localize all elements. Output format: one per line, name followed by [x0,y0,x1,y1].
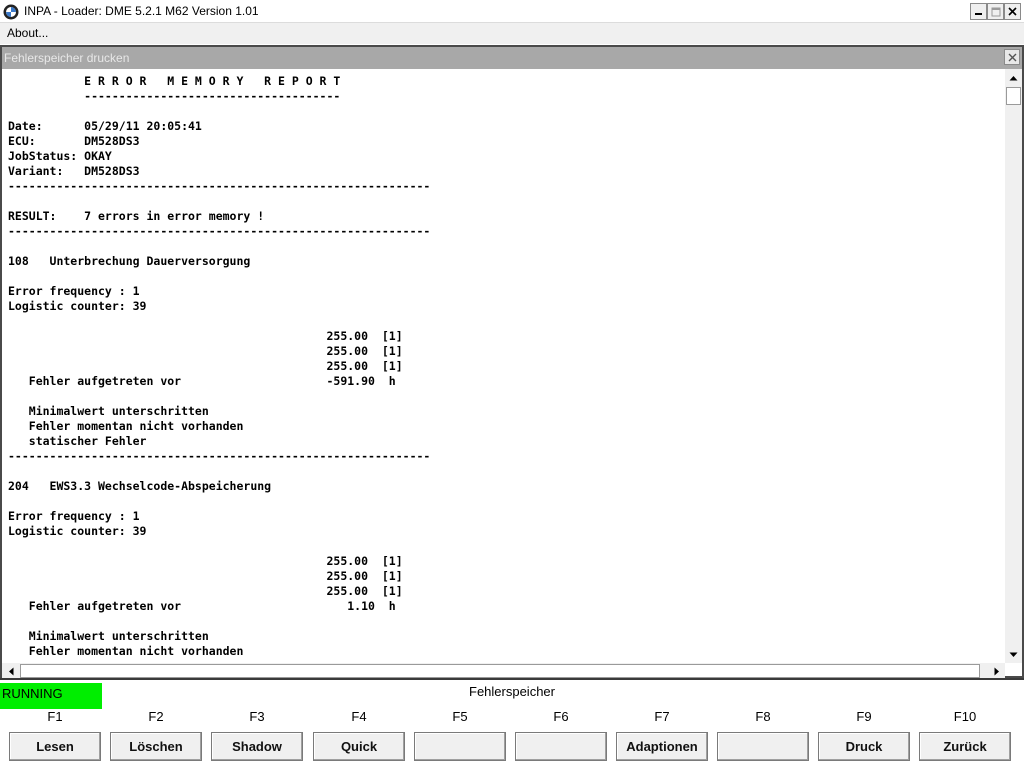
f8-button[interactable] [717,732,809,761]
report-line [8,314,430,329]
vertical-scrollbar[interactable] [1005,69,1022,663]
report-line: 255.00 [1] [8,344,403,358]
window-title: INPA - Loader: DME 5.2.1 M62 Version 1.0… [24,4,259,18]
druck-button[interactable]: Druck [818,732,910,761]
error-memory-report: E R R O R M E M O R Y R E P O R T ------… [8,74,430,659]
report-window-title-bar: Fehlerspeicher drucken [2,47,1022,69]
report-window-title: Fehlerspeicher drucken [4,51,130,65]
adaptionen-button[interactable]: Adaptionen [616,732,708,761]
maximize-icon [991,7,1000,16]
quick-button[interactable]: Quick [313,732,405,761]
report-line: Minimalwert unterschritten [8,629,209,643]
fkey-label-f7: F7 [654,709,670,724]
arrow-left-icon [8,667,13,676]
report-line: Date: 05/29/11 20:05:41 [8,119,202,133]
fkey-label-f1: F1 [47,709,63,724]
report-line: ECU: DM528DS3 [8,134,140,148]
arrow-right-icon [994,667,999,676]
fkey-label-f2: F2 [148,709,164,724]
minimize-button[interactable] [970,3,987,20]
report-line [8,539,430,554]
loeschen-button[interactable]: Löschen [110,732,202,761]
report-window-close-button[interactable] [1004,49,1020,65]
zurueck-button[interactable]: Zurück [919,732,1011,761]
report-line: RESULT: 7 errors in error memory ! [8,209,265,223]
report-line: 255.00 [1] [8,359,403,373]
close-icon [1008,53,1016,61]
menu-item-about[interactable]: About... [7,26,48,40]
report-line: ----------------------------------------… [8,179,431,193]
report-text-area[interactable]: E R R O R M E M O R Y R E P O R T ------… [2,69,1005,663]
fkey-label-f10: F10 [953,709,977,724]
maximize-button[interactable] [987,3,1004,20]
report-line: Error frequency : 1 [8,284,140,298]
lesen-button[interactable]: Lesen [9,732,101,761]
menu-bar: About... [0,23,1024,44]
report-line: Fehler aufgetreten vor 1.10 h [8,599,396,613]
report-line: 255.00 [1] [8,554,403,568]
report-line [8,269,430,284]
close-button[interactable] [1004,3,1021,20]
report-line [8,494,430,509]
report-line: statischer Fehler [8,434,147,448]
function-key-panel: RUNNING Fehlerspeicher F1 F2 F3 F4 F5 F6… [0,678,1024,768]
fkey-label-f6: F6 [553,709,569,724]
report-line: 204 EWS3.3 Wechselcode-Abspeicherung [8,479,272,493]
report-line: ------------------------------------- [8,89,341,103]
report-line: ----------------------------------------… [8,449,431,463]
minimize-icon [975,13,982,15]
report-line: 255.00 [1] [8,329,403,343]
f5-button[interactable] [414,732,506,761]
horizontal-scroll-thumb[interactable] [20,664,980,678]
report-line: Variant: DM528DS3 [8,164,140,178]
report-line: Fehler momentan nicht vorhanden [8,419,244,433]
panel-title: Fehlerspeicher [469,684,555,699]
report-line: Logistic counter: 39 [8,524,147,538]
report-line: Fehler momentan nicht vorhanden [8,644,244,658]
fkey-label-f3: F3 [249,709,265,724]
shadow-button[interactable]: Shadow [211,732,303,761]
fkey-label-f8: F8 [755,709,771,724]
report-line: ----------------------------------------… [8,224,431,238]
report-line: 255.00 [1] [8,569,403,583]
bmw-logo-icon [3,4,19,20]
report-line [8,194,430,209]
report-line: Fehler aufgetreten vor -591.90 h [8,374,396,388]
arrow-up-icon [1009,75,1018,80]
arrow-down-icon [1009,652,1018,657]
report-window: Fehlerspeicher drucken E R R O R M E M O… [0,45,1024,680]
report-line: Logistic counter: 39 [8,299,147,313]
report-line: Error frequency : 1 [8,509,140,523]
report-line: 255.00 [1] [8,584,403,598]
report-line: E R R O R M E M O R Y R E P O R T [8,74,341,88]
fkey-label-f5: F5 [452,709,468,724]
report-line [8,614,430,629]
close-icon [1008,7,1017,16]
title-bar: INPA - Loader: DME 5.2.1 M62 Version 1.0… [0,0,1024,23]
report-line [8,104,430,119]
scroll-down-button[interactable] [1005,646,1022,663]
scroll-up-button[interactable] [1005,69,1022,86]
vertical-scroll-thumb[interactable] [1006,87,1021,105]
fkey-label-f9: F9 [856,709,872,724]
report-line [8,464,430,479]
report-line: Minimalwert unterschritten [8,404,209,418]
f6-button[interactable] [515,732,607,761]
report-line: JobStatus: OKAY [8,149,112,163]
report-line [8,389,430,404]
report-line: 108 Unterbrechung Dauerversorgung [8,254,251,268]
fkey-label-f4: F4 [351,709,367,724]
report-line [8,239,430,254]
